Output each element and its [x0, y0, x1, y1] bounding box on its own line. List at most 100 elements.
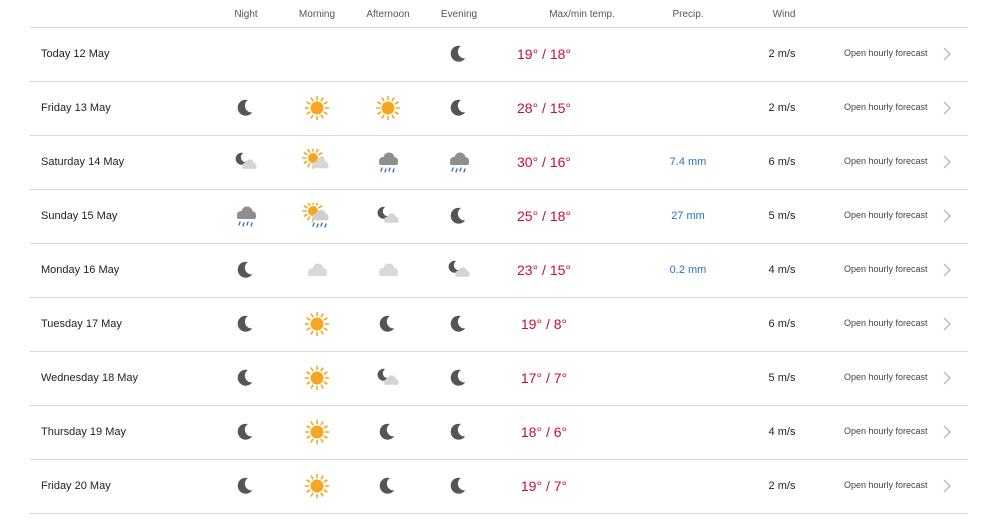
moon-icon: [450, 45, 466, 62]
forecast-row[interactable]: Tuesday 17 May 19° / 8° 6 m/s Open hourly f…: [30, 297, 968, 351]
open-hourly-forecast-link[interactable]: Open hourly forecast: [844, 102, 928, 112]
forecast-header: Night Morning Afternoon Evening Max/min …: [0, 0, 1000, 27]
header-wind: Wind: [772, 9, 796, 20]
moon-icon: [450, 423, 466, 440]
moon-icon: [237, 99, 253, 116]
day-label: Friday 13 May: [41, 102, 111, 114]
temperature-range: 30° / 16°: [516, 154, 572, 170]
moon-icon: [450, 477, 466, 494]
forecast-row[interactable]: Thursday 19 May 18° / 6° 4 m/s Open hourly …: [30, 405, 968, 459]
rain-cloud-icon: [379, 152, 398, 173]
chevron-right-icon[interactable]: [942, 154, 952, 170]
temperature-range: 17° / 7°: [520, 370, 568, 386]
wind-value: 2 m/s: [768, 480, 796, 492]
chevron-right-icon[interactable]: [942, 46, 952, 62]
sun-icon: [304, 95, 330, 121]
wind-value: 6 m/s: [768, 318, 796, 330]
night-weather-slot: [231, 419, 261, 445]
open-hourly-forecast-link[interactable]: Open hourly forecast: [844, 372, 928, 382]
evening-weather-slot: [444, 95, 474, 121]
open-hourly-forecast-link[interactable]: Open hourly forecast: [844, 318, 928, 328]
wind-value: 5 m/s: [768, 372, 796, 384]
forecast-row[interactable]: Friday 13 May 28° / 15° 2 m/s Open hourly f…: [30, 81, 968, 135]
afternoon-weather-slot: [373, 419, 403, 445]
header-afternoon: Afternoon: [366, 9, 410, 20]
temperature-range: 23° / 15°: [516, 262, 572, 278]
forecast-row[interactable]: Wednesday 18 May 17° / 7° 5 m/s Open hourly…: [30, 351, 968, 405]
night-weather-slot: [231, 257, 261, 283]
sun-icon: [304, 311, 330, 337]
day-label: Saturday 14 May: [41, 156, 125, 168]
afternoon-weather-slot: [373, 365, 403, 391]
evening-weather-slot: [444, 149, 474, 175]
evening-weather-slot: [444, 311, 474, 337]
chevron-right-icon[interactable]: [942, 262, 952, 278]
wind-value: 4 m/s: [768, 264, 796, 276]
header-morning: Morning: [298, 9, 336, 20]
wind-value: 4 m/s: [768, 426, 796, 438]
forecast-row[interactable]: Today 12 May 19° / 18° 2 m/s Open hourly fo…: [30, 27, 968, 81]
forecast-row[interactable]: Friday 20 May 19° / 7° 2 m/s Open hourly fo…: [30, 459, 968, 514]
sun-icon: [304, 473, 330, 499]
morning-weather-slot: [302, 203, 332, 229]
chevron-right-icon[interactable]: [942, 478, 952, 494]
day-label: Tuesday 17 May: [41, 318, 122, 330]
moon-cloud-icon: [377, 206, 399, 223]
morning-weather-slot: [302, 311, 332, 337]
moon-icon: [379, 423, 395, 440]
moon-icon: [450, 99, 466, 116]
forecast-row[interactable]: Saturday 14 May 30° / 16° 7.4 mm 6 m/s Open …: [30, 135, 968, 189]
precipitation-value: 27 mm: [671, 210, 705, 222]
moon-cloud-icon: [235, 152, 257, 169]
night-weather-slot: [231, 311, 261, 337]
open-hourly-forecast-link[interactable]: Open hourly forecast: [844, 480, 928, 490]
open-hourly-forecast-link[interactable]: Open hourly forecast: [844, 156, 928, 166]
evening-weather-slot: [444, 41, 474, 67]
moon-cloud-icon: [377, 368, 399, 385]
afternoon-weather-slot: [373, 257, 403, 283]
chevron-right-icon[interactable]: [942, 208, 952, 224]
morning-weather-slot: [302, 149, 332, 175]
night-weather-slot: [231, 473, 261, 499]
moon-icon: [379, 477, 395, 494]
morning-weather-slot: [302, 473, 332, 499]
sun-rain-icon: [302, 203, 329, 228]
day-label: Monday 16 May: [41, 264, 120, 276]
open-hourly-forecast-link[interactable]: Open hourly forecast: [844, 210, 928, 220]
rain-cloud-icon: [450, 152, 469, 173]
forecast-row[interactable]: Monday 16 May 23° / 15° 0.2 mm 4 m/s Open ho…: [30, 243, 968, 297]
chevron-right-icon[interactable]: [942, 424, 952, 440]
moon-icon: [237, 315, 253, 332]
morning-weather-slot: [302, 95, 332, 121]
header-night: Night: [234, 9, 258, 20]
forecast-table: Today 12 May 19° / 18° 2 m/s Open hourly fo…: [30, 27, 968, 514]
day-label: Thursday 19 May: [41, 426, 126, 438]
wind-value: 2 m/s: [768, 48, 796, 60]
open-hourly-forecast-link[interactable]: Open hourly forecast: [844, 48, 928, 58]
moon-icon: [237, 477, 253, 494]
moon-icon: [450, 369, 466, 386]
afternoon-weather-slot: [373, 311, 403, 337]
day-label: Sunday 15 May: [41, 210, 118, 222]
morning-weather-slot: [302, 365, 332, 391]
temperature-range: 25° / 18°: [516, 208, 572, 224]
cloud-icon: [308, 263, 327, 276]
afternoon-weather-slot: [373, 149, 403, 175]
moon-cloud-icon: [448, 260, 470, 277]
rain-cloud-icon: [237, 206, 256, 227]
moon-icon: [379, 315, 395, 332]
precipitation-value: 7.4 mm: [669, 156, 707, 168]
forecast-row[interactable]: Sunday 15 May 25° / 18° 27 mm 5 m/s Open hou…: [30, 189, 968, 243]
chevron-right-icon[interactable]: [942, 316, 952, 332]
open-hourly-forecast-link[interactable]: Open hourly forecast: [844, 426, 928, 436]
chevron-right-icon[interactable]: [942, 100, 952, 116]
afternoon-weather-slot: [373, 41, 403, 67]
chevron-right-icon[interactable]: [942, 370, 952, 386]
day-label: Friday 20 May: [41, 480, 111, 492]
temperature-range: 28° / 15°: [516, 100, 572, 116]
sun-icon: [304, 419, 330, 445]
morning-weather-slot: [302, 419, 332, 445]
open-hourly-forecast-link[interactable]: Open hourly forecast: [844, 264, 928, 274]
moon-icon: [237, 261, 253, 278]
day-label: Today 12 May: [41, 48, 110, 60]
